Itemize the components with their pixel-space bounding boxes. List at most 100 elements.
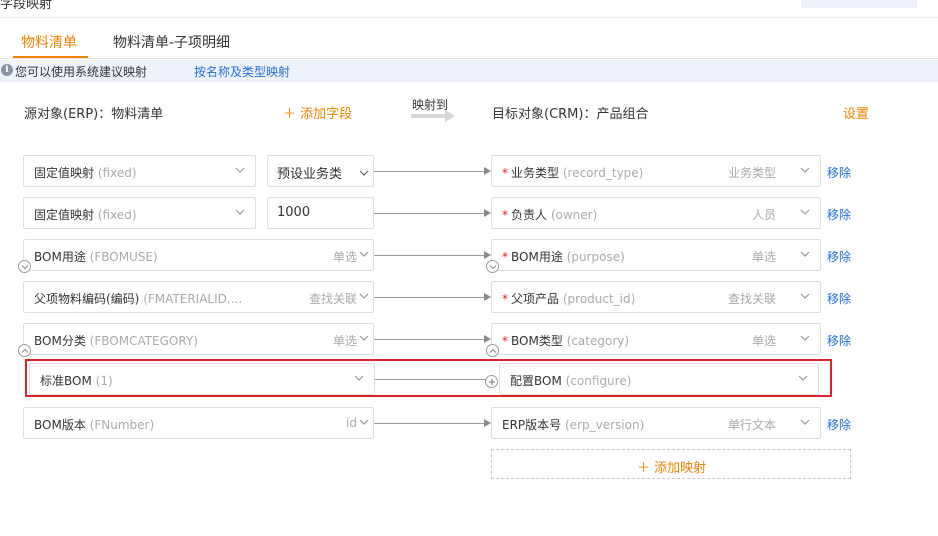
arrow-right-icon — [484, 251, 491, 259]
source-field-select[interactable]: 父项物料编码(编码) (FMATERIALID.... 查找关联 — [23, 281, 374, 313]
target-field-label: 父项产品 — [511, 292, 560, 306]
source-field-api: (FBOMCATEGORY) — [89, 334, 198, 348]
expand-toggle-icon[interactable] — [18, 344, 31, 357]
add-mapping-label: ＋ 添加映射 — [637, 461, 707, 476]
active-tab-indicator — [13, 56, 88, 58]
chevron-down-icon — [235, 209, 245, 215]
chevron-down-icon — [359, 335, 369, 341]
target-field-label: BOM类型 — [511, 334, 563, 348]
add-field-button[interactable]: ＋ 添加字段 — [283, 103, 352, 122]
chevron-down-icon — [359, 251, 369, 257]
fixed-value-select[interactable]: 预设业务类 — [267, 155, 374, 187]
source-field-type: 单选 — [332, 250, 357, 264]
chevron-down-icon — [359, 293, 369, 299]
source-object-label: 源对象(ERP)：物料清单 — [24, 107, 164, 122]
source-field-api: (FMATERIALID.... — [143, 292, 243, 306]
source-field-api: (FBOMUSE) — [89, 250, 158, 264]
top-bar: 字段映射 — [0, 0, 938, 18]
target-field-api: (erp_version) — [565, 418, 645, 432]
mapping-connector — [374, 339, 484, 340]
remove-button[interactable]: 移除 — [827, 416, 851, 433]
chevron-down-icon — [359, 419, 369, 425]
collapse-toggle-icon[interactable] — [486, 260, 499, 273]
expand-toggle-icon[interactable] — [486, 344, 499, 357]
target-field-select[interactable]: * 父项产品 (product_id) 查找关联 — [491, 281, 821, 313]
remove-button[interactable]: 移除 — [827, 164, 851, 181]
source-field-type: 单选 — [332, 334, 357, 348]
mapping-connector — [374, 423, 484, 424]
required-icon: * — [502, 208, 508, 222]
target-field-select[interactable]: * 业务类型 (record_type) 业务类型 — [491, 155, 821, 187]
mapping-connector — [374, 255, 484, 256]
target-field-select[interactable]: * 负责人 (owner) 人员 — [491, 197, 821, 229]
mapping-connector — [374, 213, 484, 214]
target-field-api: (product_id) — [562, 292, 636, 306]
fixed-value-input[interactable]: 1000 — [267, 197, 374, 229]
source-field-api: (FNumber) — [89, 418, 155, 432]
source-field-label: BOM版本 — [34, 418, 86, 432]
chevron-down-icon — [235, 167, 245, 173]
target-field-type: 单选 — [751, 334, 776, 348]
map-by-name-type-link[interactable]: 按名称及类型映射 — [194, 63, 290, 80]
arrow-right-icon — [484, 335, 491, 343]
chevron-down-icon — [800, 251, 810, 257]
mapping-arrow-icon — [411, 110, 455, 122]
target-field-label: BOM用途 — [511, 250, 563, 264]
target-field-select[interactable]: * BOM类型 (category) 单选 — [491, 323, 821, 355]
tab-material-list[interactable]: 物料清单 — [21, 32, 77, 52]
page-title-partial: 字段映射 — [0, 0, 53, 12]
source-field-label: BOM用途 — [34, 250, 86, 264]
source-field-label: 父项物料编码(编码) — [34, 292, 140, 306]
chevron-down-icon — [800, 293, 810, 299]
target-field-select[interactable]: ERP版本号 (erp_version) 单行文本 — [491, 407, 821, 439]
target-field-type: 业务类型 — [727, 166, 776, 180]
source-field-type: id — [346, 416, 357, 430]
source-field-select[interactable]: 固定值映射 (fixed) — [23, 155, 256, 187]
remove-button[interactable]: 移除 — [827, 332, 851, 349]
target-field-type: 单选 — [751, 250, 776, 264]
top-right-button-partial[interactable] — [801, 0, 917, 8]
target-field-label: 负责人 — [511, 208, 548, 222]
chevron-down-icon — [359, 170, 369, 176]
chevron-down-icon — [800, 335, 810, 341]
tab-material-list-child[interactable]: 物料清单-子项明细 — [113, 32, 230, 52]
target-field-api: (purpose) — [566, 250, 625, 264]
target-field-api: (category) — [566, 334, 630, 348]
arrow-right-icon — [484, 293, 491, 301]
target-object-label: 目标对象(CRM)：产品组合 — [492, 107, 649, 122]
remove-button[interactable]: 移除 — [827, 206, 851, 223]
fixed-value: 预设业务类 — [277, 167, 343, 182]
tab-bar: 物料清单 物料清单-子项明细 — [0, 26, 938, 59]
source-field-select[interactable]: BOM用途 (FBOMUSE) 单选 — [23, 239, 374, 271]
required-icon: * — [502, 292, 508, 306]
add-mapping-button[interactable]: ＋ 添加映射 — [491, 449, 851, 479]
source-field-select[interactable]: BOM版本 (FNumber) id — [23, 407, 374, 439]
mapping-connector — [374, 297, 484, 298]
chevron-down-icon — [800, 419, 810, 425]
source-field-api: (fixed) — [97, 166, 137, 180]
source-field-label: BOM分类 — [34, 334, 86, 348]
target-field-api: (record_type) — [562, 166, 644, 180]
arrow-right-icon — [484, 167, 491, 175]
target-field-label: ERP版本号 — [502, 418, 562, 432]
settings-button[interactable]: 设置 — [843, 103, 869, 122]
target-field-type: 查找关联 — [727, 292, 776, 306]
arrow-right-icon — [484, 209, 491, 217]
highlight-frame — [25, 359, 832, 397]
target-field-type: 人员 — [751, 208, 776, 222]
info-icon: i — [1, 64, 13, 76]
chevron-down-icon — [800, 167, 810, 173]
source-field-select[interactable]: BOM分类 (FBOMCATEGORY) 单选 — [23, 323, 374, 355]
required-icon: * — [502, 166, 508, 180]
required-icon: * — [502, 334, 508, 348]
source-field-label: 固定值映射 — [34, 208, 95, 222]
source-field-select[interactable]: 固定值映射 (fixed) — [23, 197, 256, 229]
remove-button[interactable]: 移除 — [827, 290, 851, 307]
remove-button[interactable]: 移除 — [827, 248, 851, 265]
mapping-header: 源对象(ERP)：物料清单 ＋ 添加字段 映射到 目标对象(CRM)：产品组合 … — [0, 95, 938, 129]
collapse-toggle-icon[interactable] — [18, 260, 31, 273]
target-field-select[interactable]: * BOM用途 (purpose) 单选 — [491, 239, 821, 271]
arrow-right-icon — [484, 419, 491, 427]
suggestion-text: 您可以使用系统建议映射 — [15, 65, 148, 79]
source-field-label: 固定值映射 — [34, 166, 95, 180]
